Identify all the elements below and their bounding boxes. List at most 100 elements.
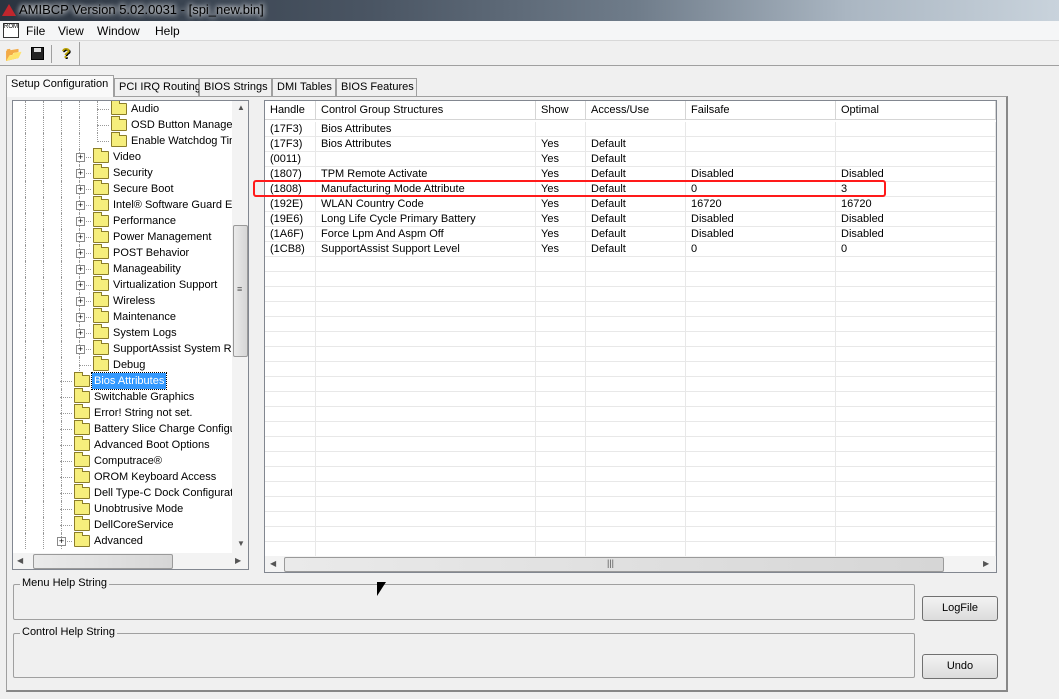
tab-pci-irq-routing[interactable]: PCI IRQ Routing <box>114 78 201 97</box>
tab-setup-configuration[interactable]: Setup Configuration <box>6 75 114 97</box>
empty-cell[interactable] <box>536 317 586 332</box>
column-header[interactable]: Control Group Structures <box>316 101 536 120</box>
grid-cell[interactable] <box>586 122 686 137</box>
expand-plus-icon[interactable]: + <box>76 249 85 258</box>
grid-cell[interactable] <box>836 137 996 152</box>
empty-cell[interactable] <box>265 272 316 287</box>
menu-file[interactable]: File <box>26 24 45 38</box>
menu-help[interactable]: Help <box>155 24 180 38</box>
column-header[interactable]: Handle <box>265 101 316 120</box>
empty-cell[interactable] <box>265 452 316 467</box>
empty-cell[interactable] <box>836 317 996 332</box>
tree-item[interactable]: Audio <box>13 101 232 117</box>
empty-cell[interactable] <box>686 437 836 452</box>
grid-cell[interactable]: Disabled <box>686 227 836 242</box>
empty-cell[interactable] <box>536 362 586 377</box>
empty-cell[interactable] <box>316 347 536 362</box>
expand-plus-icon[interactable]: + <box>76 233 85 242</box>
empty-cell[interactable] <box>536 497 586 512</box>
empty-cell[interactable] <box>265 317 316 332</box>
empty-cell[interactable] <box>316 422 536 437</box>
column-header[interactable]: Access/Use <box>586 101 686 120</box>
empty-cell[interactable] <box>265 392 316 407</box>
expand-plus-icon[interactable]: + <box>76 265 85 274</box>
empty-cell[interactable] <box>536 422 586 437</box>
empty-cell[interactable] <box>586 512 686 527</box>
floppy-save-icon[interactable] <box>28 45 46 63</box>
empty-cell[interactable] <box>686 452 836 467</box>
empty-cell[interactable] <box>316 317 536 332</box>
grid-cell[interactable]: Bios Attributes <box>316 122 536 137</box>
tree-item[interactable]: OROM Keyboard Access <box>13 468 232 485</box>
empty-cell[interactable] <box>316 272 536 287</box>
tree-item[interactable]: + Manageability <box>13 260 232 277</box>
empty-cell[interactable] <box>836 302 996 317</box>
empty-cell[interactable] <box>536 272 586 287</box>
tree-item[interactable]: + Maintenance <box>13 308 232 325</box>
grid-cell[interactable]: (1A6F) <box>265 227 316 242</box>
empty-cell[interactable] <box>316 527 536 542</box>
empty-cell[interactable] <box>836 452 996 467</box>
grid-cell[interactable]: Yes <box>536 227 586 242</box>
tree-item[interactable]: Dell Type-C Dock Configurati <box>13 484 236 501</box>
empty-cell[interactable] <box>836 482 996 497</box>
empty-cell[interactable] <box>536 512 586 527</box>
empty-cell[interactable] <box>686 272 836 287</box>
empty-cell[interactable] <box>536 377 586 392</box>
column-header[interactable]: Optimal <box>836 101 996 120</box>
grid-cell[interactable]: Default <box>586 242 686 257</box>
empty-cell[interactable] <box>316 512 536 527</box>
empty-cell[interactable] <box>686 482 836 497</box>
grid-cell[interactable] <box>686 122 836 137</box>
grid-cell[interactable]: Disabled <box>836 227 996 242</box>
empty-cell[interactable] <box>265 527 316 542</box>
empty-cell[interactable] <box>836 272 996 287</box>
empty-cell[interactable] <box>316 542 536 557</box>
empty-cell[interactable] <box>536 407 586 422</box>
grid-cell[interactable]: SupportAssist Support Level <box>316 242 536 257</box>
expand-plus-icon[interactable]: + <box>76 313 85 322</box>
empty-cell[interactable] <box>686 542 836 557</box>
grid-cell[interactable] <box>686 152 836 167</box>
empty-cell[interactable] <box>265 302 316 317</box>
undo-button[interactable]: Undo <box>922 654 998 679</box>
empty-cell[interactable] <box>536 302 586 317</box>
empty-cell[interactable] <box>265 377 316 392</box>
tree-item[interactable]: + Video <box>13 148 232 165</box>
empty-cell[interactable] <box>536 347 586 362</box>
tree-item[interactable]: + Power Management <box>13 228 232 245</box>
empty-cell[interactable] <box>686 377 836 392</box>
grid-cell[interactable]: Disabled <box>686 212 836 227</box>
tree-vertical-scrollbar[interactable]: ▲ ≡ ▼ <box>232 101 248 553</box>
empty-cell[interactable] <box>586 422 686 437</box>
empty-cell[interactable] <box>536 467 586 482</box>
empty-cell[interactable] <box>586 377 686 392</box>
grid-cell[interactable]: 0 <box>686 242 836 257</box>
empty-cell[interactable] <box>586 452 686 467</box>
empty-cell[interactable] <box>316 302 536 317</box>
grid-cell[interactable]: (17F3) <box>265 122 316 137</box>
tree-item[interactable]: + Virtualization Support <box>13 276 232 293</box>
empty-cell[interactable] <box>536 437 586 452</box>
tree-item[interactable]: + SupportAssist System R <box>13 340 232 357</box>
grid-horizontal-scrollbar[interactable]: ◀ ||| ▶ <box>265 556 996 572</box>
tree-item[interactable]: Bios Attributes <box>13 372 232 390</box>
tree-item[interactable]: OSD Button Manager <box>13 116 236 133</box>
expand-plus-icon[interactable]: + <box>76 201 85 210</box>
tab-bios-strings[interactable]: BIOS Strings <box>199 78 272 97</box>
grid-cell[interactable]: Yes <box>536 197 586 212</box>
empty-cell[interactable] <box>836 257 996 272</box>
grid-cell[interactable]: Long Life Cycle Primary Battery <box>316 212 536 227</box>
empty-cell[interactable] <box>586 437 686 452</box>
empty-cell[interactable] <box>586 302 686 317</box>
tree-item[interactable]: Error! String not set. <box>13 404 232 421</box>
scroll-up-arrow-icon[interactable]: ▲ <box>237 103 245 112</box>
grid-cell[interactable]: Yes <box>536 242 586 257</box>
empty-cell[interactable] <box>836 527 996 542</box>
empty-cell[interactable] <box>265 497 316 512</box>
empty-cell[interactable] <box>686 392 836 407</box>
expand-plus-icon[interactable]: + <box>76 345 85 354</box>
empty-cell[interactable] <box>586 482 686 497</box>
empty-cell[interactable] <box>836 392 996 407</box>
empty-cell[interactable] <box>686 467 836 482</box>
